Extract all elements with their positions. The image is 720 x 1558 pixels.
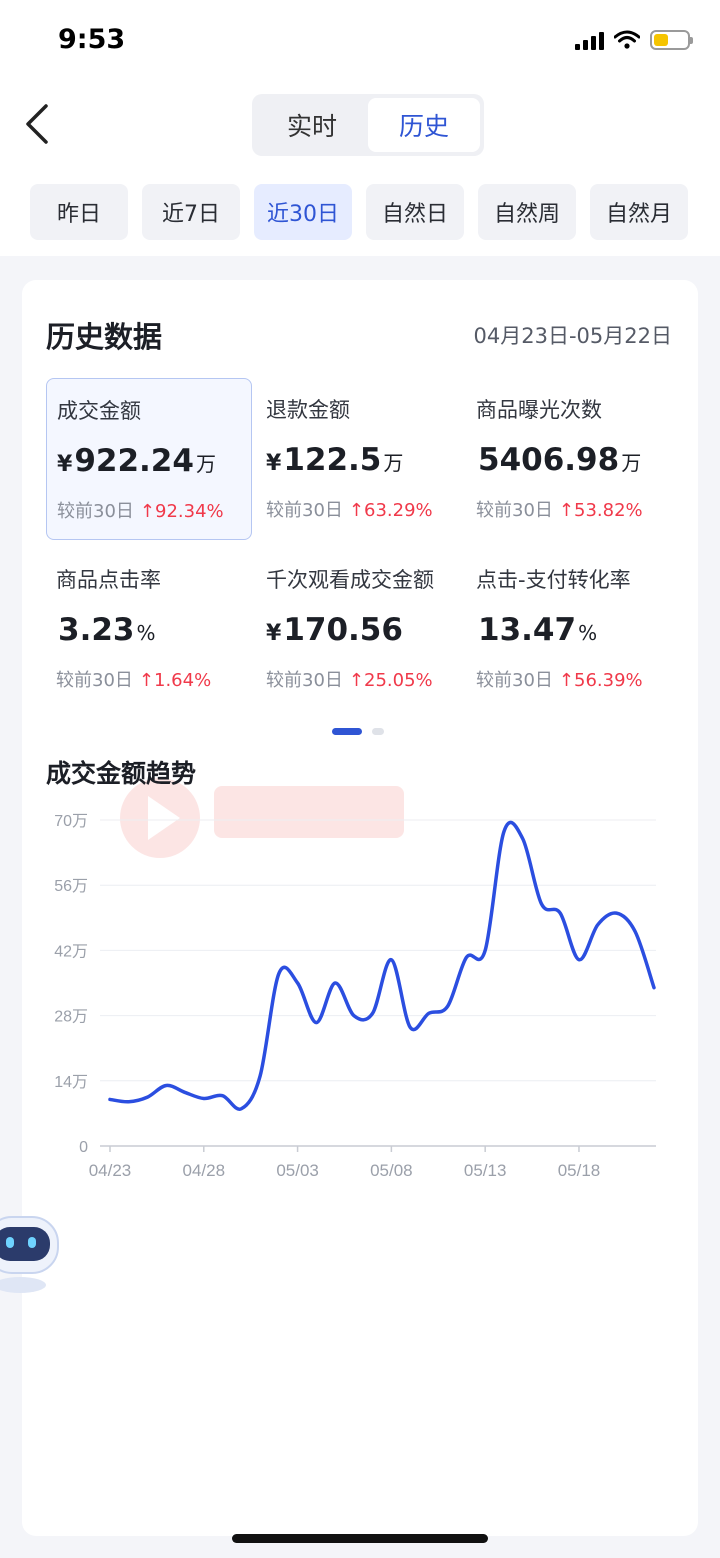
metric-click-pay-rate[interactable]: 点击-支付转化率 13.47% 较前30日 ↑56.39% xyxy=(466,548,672,710)
y-tick-label: 70万 xyxy=(54,813,88,830)
y-tick-label: 28万 xyxy=(54,1009,88,1026)
metric-number: 122.5 xyxy=(283,442,382,478)
date-range-label: 04月23日-05月22日 xyxy=(473,324,672,348)
metric-number: 3.23 xyxy=(58,612,135,648)
trend-title: 成交金额趋势 xyxy=(46,759,197,788)
status-bar: 9:53 xyxy=(0,0,720,86)
assistant-robot-icon[interactable] xyxy=(0,1205,64,1295)
battery-icon xyxy=(650,30,693,50)
metric-value: ¥922.24 万 xyxy=(57,443,241,479)
metric-value: 3.23% xyxy=(56,612,242,648)
compare-label: 较前30日 xyxy=(476,500,553,521)
realtime-history-switch: 实时 历史 xyxy=(252,94,484,156)
compare-label: 较前30日 xyxy=(57,501,134,522)
metric-value: ¥122.5 万 xyxy=(266,442,452,478)
metric-ctr[interactable]: 商品点击率 3.23% 较前30日 ↑1.64% xyxy=(46,548,252,710)
page-dot[interactable] xyxy=(372,728,384,735)
wifi-icon xyxy=(614,30,640,49)
x-tick-label: 05/08 xyxy=(370,1161,413,1180)
x-tick-label: 04/28 xyxy=(183,1161,226,1180)
tab-realtime[interactable]: 实时 xyxy=(256,98,368,152)
metric-refund[interactable]: 退款金额 ¥122.5 万 较前30日 ↑63.29% xyxy=(256,378,462,540)
compare-label: 较前30日 xyxy=(476,670,553,691)
metric-label: 商品点击率 xyxy=(56,568,161,592)
metric-gmv[interactable]: 成交金额 ¥922.24 万 较前30日 ↑92.34% xyxy=(46,378,252,540)
x-tick-label: 04/23 xyxy=(89,1161,132,1180)
metric-impressions[interactable]: 商品曝光次数 5406.98 万 较前30日 ↑53.82% xyxy=(466,378,672,540)
compare-label: 较前30日 xyxy=(266,670,343,691)
range-natural-day[interactable]: 自然日 xyxy=(366,184,464,240)
date-range-filter: 昨日 近7日 近30日 自然日 自然周 自然月 xyxy=(0,168,720,256)
metric-number: 922.24 xyxy=(74,443,194,479)
change-up: ↑53.82% xyxy=(558,500,643,521)
metric-label: 成交金额 xyxy=(57,399,141,423)
gmv-series-line xyxy=(108,820,656,1111)
metric-unit: % xyxy=(578,621,598,645)
metric-compare: 较前30日 ↑53.82% xyxy=(476,496,662,522)
range-30-days[interactable]: 近30日 xyxy=(254,184,352,240)
change-up: ↑56.39% xyxy=(558,670,643,691)
metric-gpm[interactable]: 千次观看成交金额 ¥170.56 较前30日 ↑25.05% xyxy=(256,548,462,710)
metric-label: 千次观看成交金额 xyxy=(266,568,434,592)
change-up: ↑63.29% xyxy=(348,500,433,521)
card-title: 历史数据 xyxy=(46,320,163,354)
home-indicator[interactable] xyxy=(232,1534,488,1543)
metric-value: 5406.98 万 xyxy=(476,442,662,478)
metric-label: 退款金额 xyxy=(266,398,350,422)
metric-compare: 较前30日 ↑56.39% xyxy=(476,666,662,692)
page-dot-active[interactable] xyxy=(332,728,362,735)
range-7-days[interactable]: 近7日 xyxy=(142,184,240,240)
range-natural-month[interactable]: 自然月 xyxy=(590,184,688,240)
currency-symbol: ¥ xyxy=(266,451,282,476)
history-data-card: 历史数据 04月23日-05月22日 成交金额 ¥922.24 万 较前30日 ↑9… xyxy=(22,280,698,1536)
metric-compare: 较前30日 ↑25.05% xyxy=(266,666,452,692)
compare-label: 较前30日 xyxy=(56,670,133,691)
y-tick-label: 42万 xyxy=(54,943,88,960)
y-tick-label: 14万 xyxy=(54,1074,88,1091)
change-up: ↑1.64% xyxy=(138,670,212,691)
battery-level xyxy=(654,34,668,46)
metric-number: 13.47 xyxy=(478,612,577,648)
status-time: 9:53 xyxy=(58,24,126,55)
y-tick-label: 56万 xyxy=(54,878,88,895)
metric-unit: 万 xyxy=(383,451,404,475)
nav-bar: 实时 历史 xyxy=(0,86,720,168)
status-icons xyxy=(575,30,693,50)
range-yesterday[interactable]: 昨日 xyxy=(30,184,128,240)
metric-compare: 较前30日 ↑1.64% xyxy=(56,666,242,692)
metric-compare: 较前30日 ↑63.29% xyxy=(266,496,452,522)
metric-number: 5406.98 xyxy=(478,442,620,478)
change-up: ↑92.34% xyxy=(139,501,224,522)
x-tick-label: 05/18 xyxy=(558,1161,601,1180)
gmv-trend-chart: 0 14万 28万 42万 56万 70万 04/23 04/28 05/03 05/08 05/1… xyxy=(54,813,656,1180)
range-natural-week[interactable]: 自然周 xyxy=(478,184,576,240)
metric-value: 13.47% xyxy=(476,612,662,648)
metric-compare: 较前30日 ↑92.34% xyxy=(57,497,241,523)
change-up: ↑25.05% xyxy=(348,670,433,691)
currency-symbol: ¥ xyxy=(266,621,282,646)
y-tick-label: 0 xyxy=(79,1139,88,1156)
x-tick-label: 05/03 xyxy=(276,1161,319,1180)
tab-history[interactable]: 历史 xyxy=(368,98,480,152)
metric-value: ¥170.56 xyxy=(266,612,452,648)
cellular-signal-icon xyxy=(575,30,604,50)
metric-unit: 万 xyxy=(621,451,642,475)
metric-unit: 万 xyxy=(195,452,216,476)
currency-symbol: ¥ xyxy=(57,452,73,477)
metric-unit: % xyxy=(136,621,156,645)
x-tick-label: 05/13 xyxy=(464,1161,507,1180)
metric-label: 商品曝光次数 xyxy=(476,398,602,422)
metric-number: 170.56 xyxy=(283,612,403,648)
compare-label: 较前30日 xyxy=(266,500,343,521)
back-arrow-icon[interactable] xyxy=(20,102,60,146)
page-indicator xyxy=(332,728,384,735)
metric-label: 点击-支付转化率 xyxy=(476,568,631,592)
